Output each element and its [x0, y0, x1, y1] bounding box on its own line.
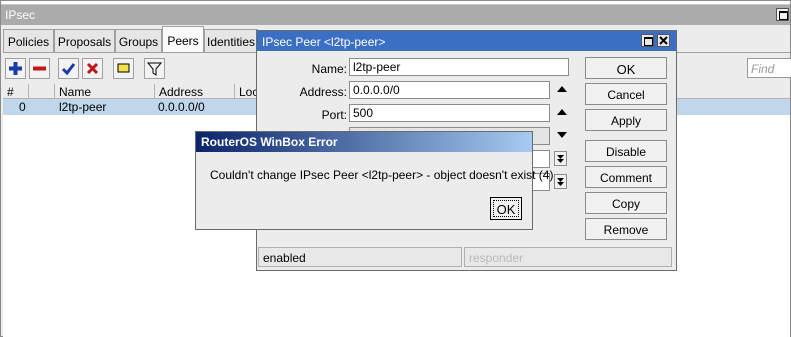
close-icon[interactable]: [657, 34, 670, 47]
peer-dialog-title: IPsec Peer <l2tp-peer>: [257, 31, 676, 51]
ipsec-window-title: IPsec: [1, 5, 790, 25]
row-address: 0.0.0.0/0: [158, 100, 205, 114]
name-field[interactable]: l2tp-peer: [349, 58, 569, 76]
address-field[interactable]: 0.0.0.0/0: [349, 81, 550, 99]
tab-peers[interactable]: Peers: [162, 26, 204, 53]
disable-button[interactable]: [82, 58, 103, 79]
row-num: 0: [19, 100, 26, 114]
cancel-button[interactable]: Cancel: [585, 83, 667, 105]
tab-identities[interactable]: Identities: [204, 29, 258, 53]
filter-icon: [146, 62, 163, 76]
comment-icon: [117, 63, 130, 73]
add-icon: [9, 62, 22, 75]
error-dialog: RouterOS WinBox Error Couldn't change IP…: [195, 131, 553, 230]
copy-button[interactable]: Copy: [585, 192, 667, 214]
comment-button[interactable]: [113, 58, 134, 79]
maximize-icon[interactable]: [641, 34, 654, 47]
comment-button[interactable]: Comment: [585, 166, 667, 188]
error-message: Couldn't change IPsec Peer <l2tp-peer> -…: [210, 168, 554, 182]
address-collapse-icon[interactable]: [557, 86, 567, 92]
remove-button[interactable]: Remove: [585, 218, 667, 240]
error-ok-label: OK: [493, 200, 519, 217]
row-name: l2tp-peer: [59, 100, 107, 114]
error-dialog-title: RouterOS WinBox Error: [196, 132, 532, 152]
error-ok-button[interactable]: OK: [490, 197, 522, 220]
maximize-icon[interactable]: [776, 8, 789, 21]
column-header-num[interactable]: #: [3, 84, 29, 99]
disable-button[interactable]: Disable: [585, 140, 667, 162]
port-label: Port:: [321, 108, 347, 122]
tab-proposals[interactable]: Proposals: [54, 29, 115, 53]
address-label: Address:: [299, 85, 347, 99]
tab-policies[interactable]: Policies: [3, 29, 54, 53]
dropdown-arrow-icon[interactable]: [557, 132, 567, 138]
port-collapse-icon[interactable]: [557, 109, 567, 115]
enable-icon: [61, 63, 76, 76]
remove-button[interactable]: [29, 58, 50, 79]
select-arrow-icon[interactable]: [554, 174, 567, 189]
ok-button[interactable]: OK: [585, 57, 667, 79]
column-header-name[interactable]: Name: [55, 84, 155, 99]
enable-button[interactable]: [58, 58, 79, 79]
tab-groups[interactable]: Groups: [115, 29, 162, 53]
select-arrow-icon[interactable]: [554, 151, 567, 166]
add-button[interactable]: [5, 58, 26, 79]
status-responder: responder: [464, 247, 672, 267]
filter-button[interactable]: [144, 58, 165, 79]
remove-icon: [33, 66, 46, 71]
find-input[interactable]: Find: [747, 58, 791, 78]
column-header-address[interactable]: Address: [155, 84, 235, 99]
name-label: Name:: [311, 62, 347, 76]
disable-icon: [86, 62, 99, 75]
apply-button[interactable]: Apply: [585, 109, 667, 131]
column-header-flags[interactable]: [29, 84, 55, 99]
port-field[interactable]: 500: [349, 104, 550, 122]
status-enabled: enabled: [258, 247, 462, 267]
